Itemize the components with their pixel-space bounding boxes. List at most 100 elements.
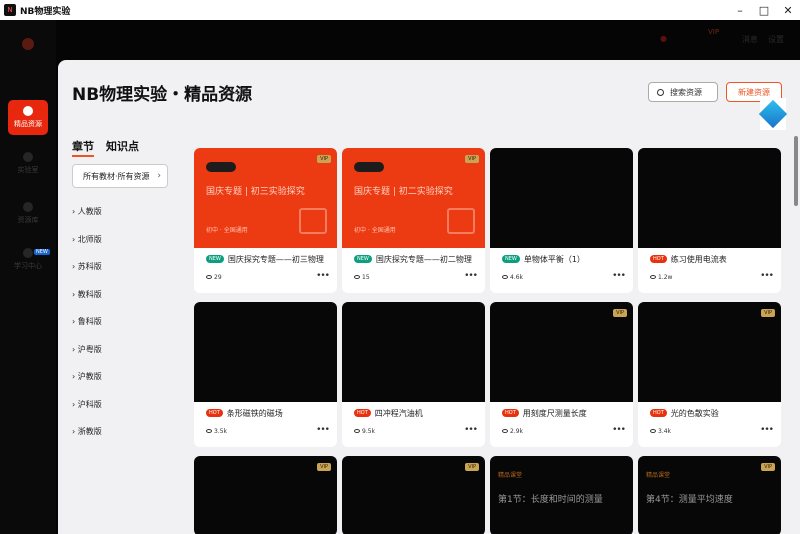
title-bar: N NB物理实验 – □ ✕: [0, 0, 800, 20]
card-thumbnail: [342, 302, 485, 402]
vip-badge: VIP: [761, 463, 775, 471]
tab-knowledge[interactable]: 知识点: [106, 138, 139, 154]
vip-badge[interactable]: VIP: [708, 28, 719, 36]
more-options-icon[interactable]: •••: [316, 271, 330, 281]
card-thumbnail: VIP: [194, 456, 337, 534]
view-count: 3.5k: [206, 428, 227, 435]
holiday-tag: [354, 162, 384, 172]
more-options-icon[interactable]: •••: [760, 425, 774, 435]
resource-card[interactable]: 精品课堂 第4节：测量平均速度 VIP: [638, 456, 781, 534]
search-icon: [657, 88, 664, 96]
app-logo-icon: N: [4, 4, 16, 16]
resource-card[interactable]: HOT 条形磁铁的磁场 3.5k •••: [194, 302, 337, 447]
publisher-item[interactable]: › 沪粤版: [72, 344, 102, 355]
card-title: HOT 练习使用电流表: [650, 254, 727, 265]
resource-card[interactable]: 精品课堂 第1节：长度和时间的测量: [490, 456, 633, 534]
publisher-item[interactable]: › 教科版: [72, 289, 102, 300]
publisher-item[interactable]: › 沪教版: [72, 371, 102, 382]
publisher-item[interactable]: › 苏科版: [72, 261, 102, 272]
close-button[interactable]: ✕: [776, 0, 800, 20]
card-thumbnail: 精品课堂 第1节：长度和时间的测量: [490, 456, 633, 534]
card-tag: HOT: [206, 409, 223, 417]
library-icon: [23, 202, 33, 212]
publisher-item[interactable]: › 人教版: [72, 206, 102, 217]
maximize-button[interactable]: □: [752, 0, 776, 20]
learning-icon: [23, 248, 33, 258]
view-count: 3.4k: [650, 428, 671, 435]
resource-card[interactable]: HOT 四冲程汽油机 9.5k •••: [342, 302, 485, 447]
notification-icon[interactable]: ●: [660, 34, 667, 43]
card-thumbnail: 精品课堂 第4节：测量平均速度 VIP: [638, 456, 781, 534]
sidebar-item-library[interactable]: 资源库: [8, 202, 48, 225]
card-tag: HOT: [502, 409, 519, 417]
card-title: NEW 国庆探究专题——初二物理: [354, 254, 472, 265]
card-thumbnail: VIP: [638, 302, 781, 402]
more-options-icon[interactable]: •••: [612, 271, 626, 281]
publisher-item[interactable]: › 北师版: [72, 234, 102, 245]
resource-icon: [23, 106, 33, 116]
banner-text: 国庆专题 | 初三实验探究: [206, 187, 305, 197]
chevron-right-icon: ›: [157, 171, 161, 181]
document-icon: [299, 208, 327, 234]
view-count: 29: [206, 274, 222, 281]
minimize-button[interactable]: –: [728, 0, 752, 20]
publisher-item[interactable]: › 鲁科版: [72, 316, 102, 327]
more-options-icon[interactable]: •••: [464, 425, 478, 435]
brand-logo-icon: [758, 98, 788, 130]
app-title: NB物理实验: [20, 6, 71, 17]
resource-card[interactable]: VIP: [342, 456, 485, 534]
card-title: HOT 光的色散实验: [650, 408, 719, 419]
tab-chapter[interactable]: 章节: [72, 138, 94, 157]
eye-icon: [354, 275, 360, 279]
eye-icon: [354, 429, 360, 433]
more-options-icon[interactable]: •••: [464, 271, 478, 281]
user-avatar[interactable]: [8, 38, 48, 53]
card-title: HOT 四冲程汽油机: [354, 408, 423, 419]
new-badge: NEW: [34, 249, 50, 255]
more-options-icon[interactable]: •••: [612, 425, 626, 435]
more-options-icon[interactable]: •••: [316, 425, 330, 435]
card-title: HOT 用刻度尺测量长度: [502, 408, 587, 419]
eye-icon: [206, 429, 212, 433]
vip-badge: VIP: [317, 155, 331, 163]
card-tag: NEW: [354, 255, 372, 263]
eye-icon: [650, 275, 656, 279]
resource-count: 244项: [224, 88, 248, 97]
card-title: NEW 国庆探究专题——初三物理: [206, 254, 324, 265]
sidebar: 精品资源 实验室 资源库 学习中心 NEW: [0, 20, 56, 534]
settings-button[interactable]: 设置: [768, 34, 784, 45]
lab-icon: [23, 152, 33, 162]
card-title: NEW 单物体平衡（1）: [502, 254, 585, 265]
sidebar-item-lab[interactable]: 实验室: [8, 152, 48, 175]
publisher-item[interactable]: › 沪科版: [72, 399, 102, 410]
vip-badge: VIP: [317, 463, 331, 471]
filter-dropdown[interactable]: 所有教材·所有资源 ›: [72, 164, 168, 188]
resource-card[interactable]: VIP: [194, 456, 337, 534]
eye-icon: [650, 429, 656, 433]
card-tag: NEW: [206, 255, 224, 263]
more-options-icon[interactable]: •••: [760, 271, 774, 281]
resource-card[interactable]: VIP HOT 用刻度尺测量长度 2.9k •••: [490, 302, 633, 447]
vip-badge: VIP: [465, 155, 479, 163]
resource-card[interactable]: VIP HOT 光的色散实验 3.4k •••: [638, 302, 781, 447]
resource-card[interactable]: 国庆专题 | 初三实验探究 初中 · 全国通用 VIP NEW 国庆探究专题——初三物理…: [194, 148, 337, 293]
card-thumbnail: [194, 302, 337, 402]
publisher-item[interactable]: › 浙教版: [72, 426, 102, 437]
messages-button[interactable]: 消息: [742, 34, 758, 45]
card-thumbnail: VIP: [490, 302, 633, 402]
grade-text: 初中 · 全国通用: [206, 227, 248, 234]
course-label: 精品课堂: [498, 472, 523, 479]
card-thumbnail: 国庆专题 | 初三实验探究 初中 · 全国通用 VIP: [194, 148, 337, 248]
eye-icon: [206, 275, 212, 279]
card-thumbnail: 国庆专题 | 初二实验探究 初中 · 全国通用 VIP: [342, 148, 485, 248]
card-thumbnail: [638, 148, 781, 248]
holiday-tag: [206, 162, 236, 172]
resource-card[interactable]: NEW 单物体平衡（1） 4.6k •••: [490, 148, 633, 293]
scrollbar[interactable]: [794, 136, 798, 206]
view-count: 15: [354, 274, 370, 281]
search-button[interactable]: 搜索资源: [648, 82, 718, 102]
resource-card[interactable]: 国庆专题 | 初二实验探究 初中 · 全国通用 VIP NEW 国庆探究专题——初二物理…: [342, 148, 485, 293]
course-title: 第4节：测量平均速度: [646, 495, 733, 505]
resource-card[interactable]: HOT 练习使用电流表 1.2w •••: [638, 148, 781, 293]
sidebar-item-resources[interactable]: 精品资源: [8, 100, 48, 135]
